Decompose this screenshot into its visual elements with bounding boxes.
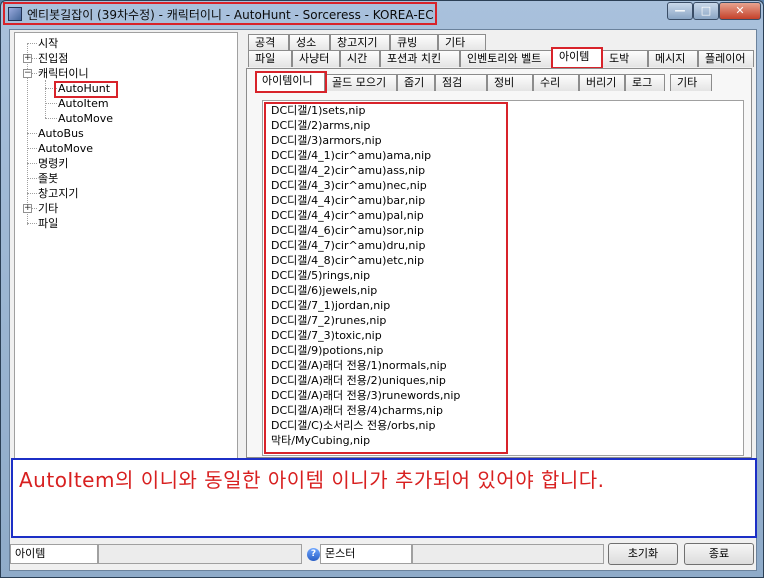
tab-stash-keeper[interactable]: 창고지기 bbox=[330, 34, 390, 51]
status-item: 아이템 bbox=[10, 544, 98, 564]
subtab-highlight-box bbox=[255, 71, 327, 93]
annotation-note: AutoItem의 이니와 동일한 아이템 이니가 추가되어 있어야 합니다. bbox=[11, 458, 757, 538]
tab-attack[interactable]: 공격 bbox=[248, 34, 289, 51]
tree-item-file[interactable]: 파일 bbox=[38, 216, 58, 231]
tree-item-character-ini[interactable]: 캐릭터이니 bbox=[38, 66, 89, 81]
exit-button[interactable]: 종료 bbox=[684, 543, 754, 565]
list-highlight-box bbox=[264, 102, 508, 454]
tree-item-autobus[interactable]: AutoBus bbox=[38, 126, 84, 141]
status-monster: 몬스터 bbox=[320, 544, 412, 564]
tree-item-start[interactable]: 시작 bbox=[38, 36, 58, 51]
tab-sanctuary[interactable]: 성소 bbox=[289, 34, 330, 51]
tree-connector bbox=[27, 133, 37, 134]
tab-message[interactable]: 메시지 bbox=[648, 50, 698, 67]
tab-etc[interactable]: 기타 bbox=[438, 34, 486, 51]
tree-connector bbox=[45, 80, 46, 118]
reset-button[interactable]: 초기화 bbox=[608, 543, 678, 565]
close-button[interactable]: ✕ bbox=[719, 2, 761, 20]
subtab-etc[interactable]: 기타 bbox=[670, 74, 712, 91]
tree-item-autoitem[interactable]: AutoItem bbox=[58, 96, 109, 111]
tab-cubing[interactable]: 큐빙 bbox=[390, 34, 438, 51]
title-highlight-box bbox=[3, 2, 437, 25]
subtab-maintenance[interactable]: 정비 bbox=[487, 74, 533, 91]
tab-time[interactable]: 시간 bbox=[340, 50, 380, 67]
title-bar[interactable]: 엔티봇길잡이 (39차수정) - 캐릭터이니 - AutoHunt - Sorc… bbox=[1, 1, 763, 27]
tree-connector bbox=[27, 178, 37, 179]
tab-gamble[interactable]: 도박 bbox=[602, 50, 648, 67]
tree-item-minion-bot[interactable]: 졸봇 bbox=[38, 171, 58, 186]
tab-inventory-belt[interactable]: 인벤토리와 벨트 bbox=[460, 50, 552, 67]
tree-connector bbox=[32, 73, 37, 74]
status-blank-2 bbox=[412, 544, 604, 564]
client-area: + − + 시작 진입점 캐릭터이니 AutoHunt AutoItem Aut… bbox=[9, 29, 757, 571]
subtab-gold-collect[interactable]: 골드 모으기 bbox=[325, 74, 397, 91]
app-window: 엔티봇길잡이 (39차수정) - 캐릭터이니 - AutoHunt - Sorc… bbox=[0, 0, 764, 578]
tab-player[interactable]: 플레이어 bbox=[698, 50, 754, 67]
expand-icon[interactable]: + bbox=[23, 204, 32, 213]
subtab-repair[interactable]: 수리 bbox=[533, 74, 579, 91]
tree-connector bbox=[27, 43, 37, 44]
tree-connector bbox=[32, 58, 37, 59]
tree-item-misc[interactable]: 기타 bbox=[38, 201, 58, 216]
tab-file[interactable]: 파일 bbox=[248, 50, 292, 67]
tree-item-hotkeys[interactable]: 명령키 bbox=[38, 156, 68, 171]
expand-icon[interactable]: + bbox=[23, 54, 32, 63]
tree-connector bbox=[27, 148, 37, 149]
tab-potion-chicken[interactable]: 포션과 치킨 bbox=[380, 50, 460, 67]
tree-connector bbox=[45, 118, 57, 119]
help-icon[interactable]: ? bbox=[307, 548, 320, 561]
minimize-button[interactable]: — bbox=[667, 2, 693, 20]
autohunt-highlight-box bbox=[54, 81, 118, 98]
tree-connector bbox=[27, 163, 37, 164]
tree-connector bbox=[27, 193, 37, 194]
item-tab-highlight-box bbox=[551, 47, 603, 69]
tree-connector bbox=[45, 103, 57, 104]
tree-connector bbox=[27, 223, 37, 224]
maximize-button[interactable]: □ bbox=[693, 2, 719, 20]
tree-item-stash-keeper[interactable]: 창고지기 bbox=[38, 186, 78, 201]
tree-item-entry[interactable]: 진입점 bbox=[38, 51, 68, 66]
subtab-log[interactable]: 로그 bbox=[625, 74, 665, 91]
tab-hunting-ground[interactable]: 사냥터 bbox=[292, 50, 340, 67]
tree-item-automove-root[interactable]: AutoMove bbox=[38, 141, 93, 156]
subtab-pickup[interactable]: 줍기 bbox=[397, 74, 435, 91]
annotation-text: AutoItem의 이니와 동일한 아이템 이니가 추가되어 있어야 합니다. bbox=[19, 468, 605, 492]
collapse-icon[interactable]: − bbox=[23, 69, 32, 78]
subtab-discard[interactable]: 버리기 bbox=[579, 74, 625, 91]
tree-connector bbox=[32, 208, 37, 209]
status-blank bbox=[98, 544, 302, 564]
tree-item-automove[interactable]: AutoMove bbox=[58, 111, 113, 126]
subtab-check[interactable]: 점검 bbox=[435, 74, 487, 91]
